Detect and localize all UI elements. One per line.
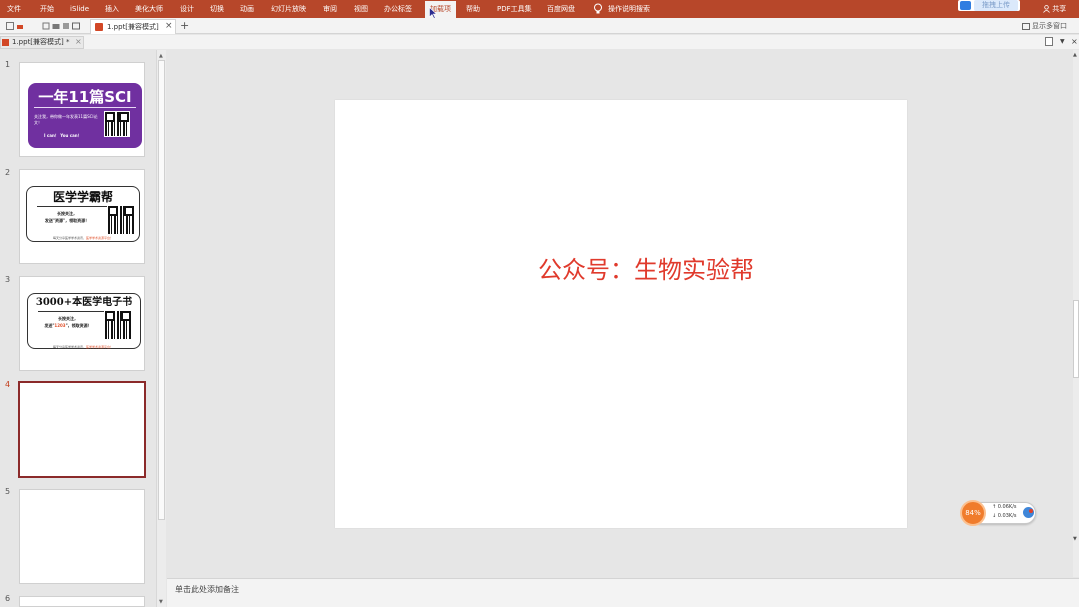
slide-thumbnail-5[interactable] bbox=[19, 489, 145, 584]
thumb-desc: 长按关注， 发送"资源"，领取资源！ bbox=[44, 211, 90, 223]
thumb-desc: 关注我，带你做一年发表11篇SCI论文！ bbox=[34, 114, 98, 125]
qat-save-icon[interactable] bbox=[6, 22, 14, 30]
scrollbar-thumb[interactable] bbox=[1073, 300, 1079, 378]
slide-number: 2 bbox=[5, 168, 11, 177]
tab-help[interactable]: 帮助 bbox=[466, 4, 480, 14]
ppt-file-icon bbox=[2, 39, 9, 46]
thumb-title: 一年11篇SCI bbox=[38, 88, 132, 106]
tab-baidu-netdisk[interactable]: 百度网盘 bbox=[547, 4, 575, 14]
slide-editing-area: 公众号：生物实验帮 bbox=[167, 50, 1073, 577]
memory-percent-ball[interactable]: 84% bbox=[960, 500, 986, 526]
slide-number: 1 bbox=[5, 60, 11, 69]
thumb-footer: 每天分享医学学术资讯，医学学术资源平台！ bbox=[52, 236, 114, 240]
close-icon[interactable]: × bbox=[1071, 37, 1079, 46]
bordered-card: 3000+本医学电子书 长按关注， 发送"1203"，领取资源！ bbox=[27, 293, 141, 349]
file-tab-strip: 1.ppt[兼容模式] * × ▼ × bbox=[0, 35, 1079, 49]
slide-thumbnail-2[interactable]: 医学学霸帮 长按关注， 发送"资源"，领取资源！ 每天分享医学学术资讯，医学学术资… bbox=[19, 169, 145, 264]
current-slide[interactable]: 公众号：生物实验帮 bbox=[335, 100, 907, 528]
slide-thumbnail-3[interactable]: 3000+本医学电子书 长按关注， 发送"1203"，领取资源！ 每天分享医学学术… bbox=[19, 276, 145, 371]
rocket-icon[interactable] bbox=[1023, 507, 1034, 518]
slide-number: 6 bbox=[5, 594, 11, 603]
person-icon bbox=[1043, 5, 1050, 13]
thumb-footer: 每天分享医学学术资讯，医学学术资源平台！ bbox=[52, 345, 114, 349]
window-icon bbox=[1022, 22, 1030, 30]
upload-speed: ↑ 0.06K/s bbox=[992, 504, 1017, 510]
ribbon-tab-bar: 文件 开始 iSlide 插入 美化大师 设计 切换 动画 幻灯片放映 审阅 视… bbox=[0, 0, 1079, 18]
thumb-title: 医学学霸帮 bbox=[52, 190, 113, 204]
document-tab[interactable]: 1.ppt[兼容模式] × bbox=[90, 19, 176, 34]
slide-text-box[interactable]: 公众号：生物实验帮 bbox=[335, 255, 907, 285]
divider bbox=[34, 107, 136, 108]
share-button[interactable]: 共享 bbox=[1043, 4, 1066, 14]
qat-layout-icon[interactable] bbox=[62, 22, 70, 30]
thumb-foot: I can！ You can！ bbox=[44, 133, 82, 138]
scroll-down-icon[interactable]: ▼ bbox=[1073, 536, 1077, 542]
qr-code-icon bbox=[104, 111, 130, 137]
slide-number: 3 bbox=[5, 275, 11, 284]
tab-insert[interactable]: 插入 bbox=[105, 4, 119, 14]
tab-office-tabs[interactable]: 办公标签 bbox=[384, 4, 412, 14]
lightbulb-icon bbox=[594, 3, 602, 14]
share-label: 共享 bbox=[1052, 5, 1067, 13]
thumbnail-scrollbar[interactable]: ▲ ▼ bbox=[156, 50, 166, 607]
tab-design[interactable]: 设计 bbox=[180, 4, 194, 14]
show-multi-window-button[interactable]: 显示多窗口 bbox=[1022, 21, 1067, 31]
thumb-title: 3000+本医学电子书 bbox=[35, 297, 133, 308]
scroll-up-icon[interactable]: ▲ bbox=[159, 53, 163, 59]
tab-slideshow[interactable]: 幻灯片放映 bbox=[271, 4, 306, 14]
new-document-icon[interactable] bbox=[1045, 37, 1053, 46]
purple-card: 一年11篇SCI 关注我，带你做一年发表11篇SCI论文！ I can！ You… bbox=[28, 83, 142, 148]
slide-thumbnail-1[interactable]: 一年11篇SCI 关注我，带你做一年发表11篇SCI论文！ I can！ You… bbox=[19, 62, 145, 157]
qat-new-icon[interactable] bbox=[42, 22, 50, 30]
tab-review[interactable]: 审阅 bbox=[323, 4, 337, 14]
tab-file[interactable]: 文件 bbox=[7, 4, 21, 14]
document-tab-label: 1.ppt[兼容模式] bbox=[107, 23, 159, 31]
close-tab-button[interactable]: × bbox=[165, 21, 173, 32]
download-speed: ↓ 0.03K/s bbox=[992, 513, 1017, 519]
notes-pane[interactable]: 单击此处添加备注 bbox=[167, 578, 1079, 607]
thumb-desc: 长按关注， 发送"1203"，领取资源！ bbox=[44, 316, 92, 328]
slide-thumbnail-pane: 1 一年11篇SCI 关注我，带你做一年发表11篇SCI论文！ I can！ Y… bbox=[0, 50, 166, 607]
slide-number: 5 bbox=[5, 487, 11, 496]
scrollbar-thumb[interactable] bbox=[158, 60, 165, 520]
new-tab-button[interactable]: + bbox=[180, 18, 189, 33]
tab-home[interactable]: 开始 bbox=[40, 4, 54, 14]
upload-chip-label: 拖拽上传 bbox=[974, 0, 1018, 11]
document-tab-bar: 1.ppt[兼容模式] × + 显示多窗口 bbox=[0, 18, 1079, 34]
ppt-file-icon bbox=[95, 23, 103, 31]
scroll-up-icon[interactable]: ▲ bbox=[1073, 52, 1077, 58]
slide-thumbnail-4[interactable] bbox=[18, 381, 146, 478]
file-tab-label: 1.ppt[兼容模式] * bbox=[12, 38, 70, 46]
multi-window-label: 显示多窗口 bbox=[1032, 22, 1067, 30]
notes-placeholder: 单击此处添加备注 bbox=[175, 585, 239, 594]
scroll-down-icon[interactable]: ▼ bbox=[159, 599, 163, 605]
qat-grid-icon[interactable] bbox=[72, 22, 80, 30]
tab-view[interactable]: 视图 bbox=[354, 4, 368, 14]
tab-islide[interactable]: iSlide bbox=[70, 4, 89, 14]
slide-thumbnail-6[interactable] bbox=[19, 596, 145, 607]
tell-me-search[interactable]: 操作说明搜索 bbox=[608, 4, 650, 14]
qat-slide-icon[interactable] bbox=[52, 22, 60, 30]
qat-undo-icon[interactable] bbox=[16, 22, 24, 30]
close-file-button[interactable]: × bbox=[75, 37, 82, 47]
bordered-card: 医学学霸帮 长按关注， 发送"资源"，领取资源！ bbox=[26, 186, 140, 242]
canvas-scrollbar[interactable]: ▲ ▼ bbox=[1073, 50, 1079, 577]
qr-code-icon bbox=[107, 205, 135, 235]
tab-pdf-tools[interactable]: PDF工具集 bbox=[497, 4, 532, 14]
tab-transitions[interactable]: 切换 bbox=[210, 4, 224, 14]
network-speed-widget[interactable]: 84% ↑ 0.06K/s ↓ 0.03K/s bbox=[960, 500, 1036, 526]
qr-code-icon bbox=[104, 310, 132, 340]
tab-animations[interactable]: 动画 bbox=[240, 4, 254, 14]
dropdown-arrow-icon[interactable]: ▼ bbox=[1060, 37, 1068, 46]
tab-beautify[interactable]: 美化大师 bbox=[135, 4, 163, 14]
upload-chip[interactable]: 拖拽上传 bbox=[958, 0, 1020, 11]
file-tab[interactable]: 1.ppt[兼容模式] * × bbox=[0, 36, 84, 49]
netdisk-logo-icon bbox=[960, 1, 971, 10]
slide-number: 4 bbox=[5, 380, 11, 389]
